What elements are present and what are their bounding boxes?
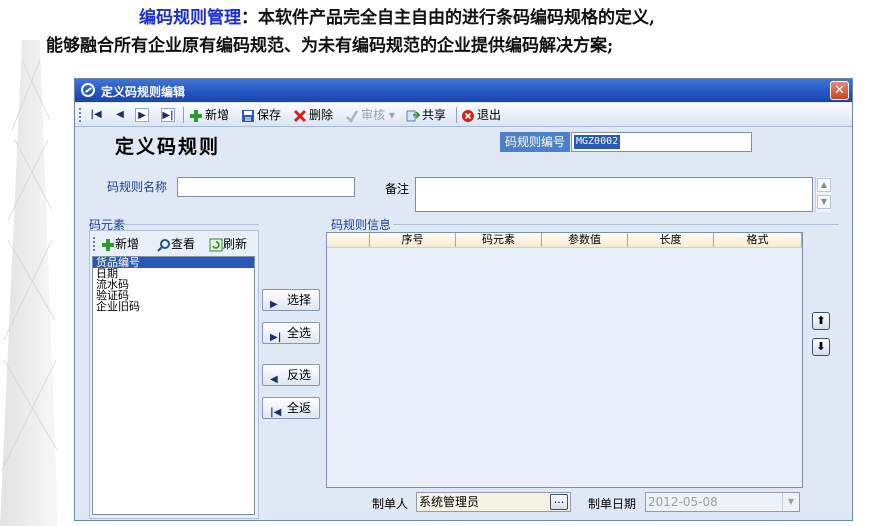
grid-header-cell[interactable]: 长度	[628, 233, 714, 247]
rule-info-group-title: 码规则信息	[331, 218, 392, 232]
review-label: 审核	[361, 108, 386, 122]
element-refresh-button[interactable]: 刷新	[209, 234, 247, 254]
intro-line2: 能够融合所有企业原有编码规范、为未有编码规范的企业提供编码解决方案;	[46, 36, 614, 56]
deselect-button[interactable]: ◀ 反选	[262, 364, 320, 386]
exit-icon	[462, 109, 474, 122]
remark-label: 备注	[385, 182, 410, 196]
toolbar-separator	[456, 107, 457, 123]
select-all-label: 全选	[287, 326, 312, 340]
review-button[interactable]: 审核 ▾	[345, 106, 395, 124]
select-all-button[interactable]: ▶| 全选	[262, 322, 320, 344]
grid-header-cell[interactable]: 格式	[714, 233, 802, 247]
move-up-button[interactable]: ⬆	[812, 312, 830, 330]
first-record-icon[interactable]: |◀	[89, 108, 103, 122]
grid-header-cell[interactable]	[327, 233, 370, 247]
delete-label: 删除	[309, 108, 334, 122]
date-field[interactable]: 2012-05-08	[645, 492, 800, 512]
maker-picker-button[interactable]: ...	[550, 494, 568, 510]
last-record-icon[interactable]: ▶|	[161, 108, 175, 122]
delete-button[interactable]: 删除	[293, 106, 333, 124]
remark-scrollbar[interactable]: ▲ ▼	[815, 177, 831, 212]
save-button[interactable]: 保存	[241, 106, 281, 124]
deselect-label: 反选	[287, 368, 312, 382]
save-label: 保存	[257, 108, 282, 122]
share-label: 共享	[422, 108, 447, 122]
arrow-right-end-icon: ▶|	[270, 332, 282, 343]
element-view-button[interactable]: 查看	[157, 234, 195, 254]
element-refresh-label: 刷新	[223, 237, 248, 251]
elements-list[interactable]: 货品编号 日期 流水码 验证码 企业旧码	[92, 256, 255, 515]
element-add-button[interactable]: 新增	[101, 234, 139, 254]
share-icon	[406, 110, 420, 121]
scroll-up-icon[interactable]: ▲	[817, 178, 831, 192]
toolbar-separator	[183, 107, 184, 123]
refresh-icon	[209, 238, 223, 251]
select-button[interactable]: ▶ 选择	[262, 289, 320, 311]
main-toolbar: |◀ ◀ ▶ ▶| 新增 保存 删除 审核 ▾ 共享 退出	[75, 103, 852, 127]
grid-header-cell[interactable]: 码元素	[456, 233, 542, 247]
exit-label: 退出	[477, 108, 502, 122]
toolbar-grip[interactable]	[79, 108, 81, 122]
arrow-left-icon: ◀	[270, 374, 278, 385]
save-icon	[242, 109, 254, 122]
share-button[interactable]: 共享	[406, 106, 446, 124]
element-add-label: 新增	[115, 237, 140, 251]
tower-background-graphic	[0, 40, 58, 526]
delete-icon	[293, 109, 307, 122]
maker-field[interactable]: 系统管理员	[416, 492, 571, 512]
grid-header: 序号 码元素 参数值 长度 格式	[327, 233, 802, 248]
previous-record-icon[interactable]: ◀	[113, 108, 127, 122]
add-button[interactable]: 新增	[189, 106, 229, 124]
review-icon	[346, 109, 359, 123]
maker-label: 制单人	[372, 497, 409, 511]
return-all-button[interactable]: |◀ 全返	[262, 397, 320, 419]
list-item[interactable]: 企业旧码	[93, 301, 254, 312]
code-label: 码规则编号	[500, 132, 570, 152]
scroll-down-icon[interactable]: ▼	[817, 195, 831, 209]
name-field[interactable]	[177, 177, 355, 197]
next-record-icon[interactable]: ▶	[135, 108, 149, 122]
panel-toolbar-grip[interactable]	[93, 237, 95, 251]
group-divider	[393, 224, 839, 225]
add-label: 新增	[205, 108, 230, 122]
rule-editor-window: 定义码规则编辑 ✕ |◀ ◀ ▶ ▶| 新增 保存 删除 审核 ▾ 共享 退出 …	[74, 78, 853, 521]
rule-info-grid[interactable]: 序号 码元素 参数值 长度 格式	[326, 232, 803, 488]
move-down-button[interactable]: ⬇	[812, 338, 830, 356]
add-icon	[102, 238, 114, 251]
window-title-bar[interactable]: 定义码规则编辑 ✕	[75, 79, 852, 102]
name-label: 码规则名称	[107, 180, 168, 194]
close-button[interactable]: ✕	[830, 81, 849, 100]
arrow-down-icon: ⬇	[816, 340, 826, 353]
arrow-up-icon: ⬆	[816, 314, 826, 327]
intro-line1: ：本软件产品完全自主自由的进行条码编码规格的定义,	[241, 8, 655, 28]
group-divider	[123, 224, 259, 225]
add-icon	[190, 109, 202, 122]
dropdown-arrow-icon[interactable]: ▼	[782, 493, 799, 511]
intro-text: 编码规则管理：本软件产品完全自主自由的进行条码编码规格的定义, 能够融合所有企业…	[46, 4, 866, 60]
app-icon	[81, 83, 95, 97]
intro-highlight: 编码规则管理	[139, 8, 241, 28]
page-title: 定义码规则	[115, 136, 221, 158]
code-value: MGZ0002	[574, 135, 621, 149]
date-label: 制单日期	[588, 497, 637, 511]
code-field[interactable]: MGZ0002	[571, 132, 752, 152]
search-icon	[157, 238, 170, 252]
arrow-right-icon: ▶	[270, 299, 278, 310]
window-title: 定义码规则编辑	[101, 85, 186, 99]
select-label: 选择	[287, 293, 312, 307]
element-view-label: 查看	[171, 237, 196, 251]
remark-field[interactable]	[415, 177, 813, 212]
grid-header-cell[interactable]: 序号	[370, 233, 456, 247]
arrow-left-end-icon: |◀	[270, 407, 282, 418]
exit-button[interactable]: 退出	[461, 106, 501, 124]
return-all-label: 全返	[287, 401, 312, 415]
grid-header-cell[interactable]: 参数值	[542, 233, 628, 247]
